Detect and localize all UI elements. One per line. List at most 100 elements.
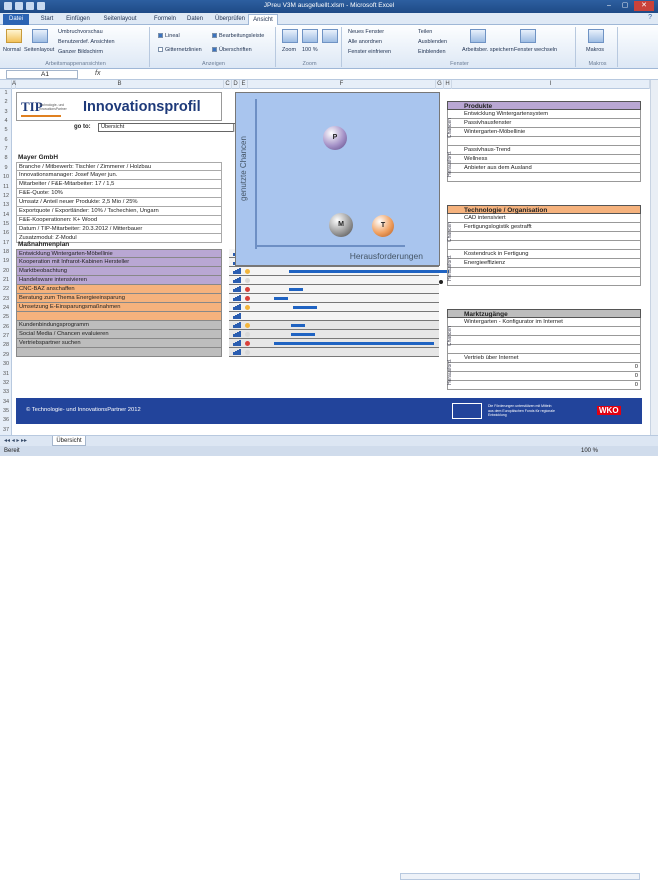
row-header[interactable]: 7: [0, 145, 12, 154]
row-header[interactable]: 21: [0, 276, 12, 285]
measure-row[interactable]: Social Media / Chancen evaluieren: [16, 330, 222, 339]
row-header[interactable]: 13: [0, 201, 12, 210]
row-header[interactable]: 19: [0, 257, 12, 266]
row-header[interactable]: 32: [0, 379, 12, 388]
name-box[interactable]: A1: [6, 70, 78, 79]
macros-icon[interactable]: [588, 29, 604, 43]
products-heraus-row[interactable]: Anbieter aus dem Ausland: [447, 164, 641, 173]
technology-heraus-row[interactable]: Energieeffizienz: [447, 259, 641, 268]
measure-row[interactable]: Entwicklung Wintergarten-Möbellinie: [16, 249, 222, 258]
products-chancen-row[interactable]: Passivhausfenster: [447, 119, 641, 128]
gridlines-checkbox[interactable]: Gitternetzlinien: [158, 47, 202, 53]
formula-bar-checkbox[interactable]: Bearbeitungsleiste: [212, 33, 264, 39]
page-break-button[interactable]: Umbruchvorschau: [58, 29, 103, 35]
formula-input[interactable]: [110, 70, 650, 79]
row-header[interactable]: 34: [0, 398, 12, 407]
measure-row[interactable]: [16, 312, 222, 321]
column-header[interactable]: C: [224, 80, 232, 89]
row-header[interactable]: 11: [0, 183, 12, 192]
tab-start[interactable]: Start: [36, 14, 58, 25]
row-header[interactable]: 4: [0, 117, 12, 126]
products-chancen-row[interactable]: [447, 137, 641, 146]
technology-chancen-row[interactable]: [447, 241, 641, 250]
technology-chancen-row[interactable]: CAD intensiviert: [447, 214, 641, 223]
column-header[interactable]: D: [232, 80, 240, 89]
technology-heraus-row[interactable]: [447, 268, 641, 277]
measure-row[interactable]: [16, 348, 222, 357]
row-header[interactable]: 35: [0, 407, 12, 416]
market-chancen-row[interactable]: [447, 336, 641, 345]
select-all-corner[interactable]: [0, 80, 12, 89]
measure-row[interactable]: CNC-BAZ anschaffen: [16, 285, 222, 294]
row-header[interactable]: 15: [0, 220, 12, 229]
zoom-selection-icon[interactable]: [322, 29, 338, 43]
row-header[interactable]: 16: [0, 229, 12, 238]
row-header[interactable]: 26: [0, 323, 12, 332]
row-header[interactable]: 18: [0, 248, 12, 257]
measure-row[interactable]: Handelsware intensivieren: [16, 276, 222, 285]
column-header[interactable]: F: [248, 80, 436, 89]
row-header[interactable]: 14: [0, 211, 12, 220]
page-layout-button[interactable]: Seitenlayout: [24, 47, 54, 53]
close-button[interactable]: ✕: [634, 1, 654, 11]
horizontal-scrollbar[interactable]: [400, 873, 640, 880]
column-header[interactable]: E: [240, 80, 248, 89]
tab-seitenlayout[interactable]: Seitenlayout: [98, 14, 142, 25]
sheet-nav-arrows[interactable]: ◂◂ ◂ ▸ ▸▸: [4, 437, 27, 444]
row-header[interactable]: 24: [0, 304, 12, 313]
arrange-all-button[interactable]: Alle anordnen: [348, 39, 382, 45]
row-header[interactable]: 29: [0, 351, 12, 360]
measure-row[interactable]: Umsetzung E-Einsparungsmaßnahmen: [16, 303, 222, 312]
ruler-checkbox[interactable]: Lineal: [158, 33, 180, 39]
new-window-button[interactable]: Neues Fenster: [348, 29, 384, 35]
fx-icon[interactable]: fx: [95, 70, 100, 77]
row-header[interactable]: 27: [0, 332, 12, 341]
measure-row[interactable]: Marktbeobachtung: [16, 267, 222, 276]
row-header[interactable]: 33: [0, 388, 12, 397]
market-heraus-row[interactable]: 0: [447, 363, 641, 372]
row-header[interactable]: 28: [0, 341, 12, 350]
tab-einfuegen[interactable]: Einfügen: [62, 14, 94, 25]
help-icon[interactable]: ?: [648, 14, 652, 21]
row-header[interactable]: 37: [0, 426, 12, 435]
minimize-button[interactable]: –: [602, 1, 616, 11]
unhide-button[interactable]: Einblenden: [418, 49, 446, 55]
measure-row[interactable]: Vertriebspartner suchen: [16, 339, 222, 348]
macros-button[interactable]: Makros: [586, 47, 604, 53]
row-header[interactable]: 36: [0, 416, 12, 425]
zoom-level[interactable]: 100 %: [581, 446, 598, 456]
row-header[interactable]: 20: [0, 267, 12, 276]
market-heraus-row[interactable]: 0: [447, 372, 641, 381]
normal-view-button[interactable]: Normal: [3, 47, 21, 53]
products-heraus-row[interactable]: Wellness: [447, 155, 641, 164]
products-chancen-row[interactable]: Wintergarten-Möbellinie: [447, 128, 641, 137]
headings-checkbox[interactable]: Überschriften: [212, 47, 252, 53]
row-header[interactable]: 3: [0, 108, 12, 117]
zoom-icon[interactable]: [282, 29, 298, 43]
zoom-100-icon[interactable]: [302, 29, 318, 43]
tab-ueberpruefen[interactable]: Überprüfen: [212, 14, 248, 25]
technology-chancen-row[interactable]: [447, 232, 641, 241]
switch-windows-button[interactable]: Fenster wechseln: [514, 47, 557, 53]
column-header[interactable]: G: [436, 80, 444, 89]
zoom-100-button[interactable]: 100 %: [302, 47, 318, 53]
row-header[interactable]: 22: [0, 285, 12, 294]
zoom-button[interactable]: Zoom: [282, 47, 296, 53]
switch-windows-icon[interactable]: [520, 29, 536, 43]
freeze-panes-button[interactable]: Fenster einfrieren: [348, 49, 391, 55]
split-button[interactable]: Teilen: [418, 29, 432, 35]
market-chancen-row[interactable]: [447, 345, 641, 354]
tab-datei[interactable]: Datei: [3, 14, 29, 25]
page-layout-icon[interactable]: [32, 29, 48, 43]
row-header[interactable]: 23: [0, 295, 12, 304]
column-header[interactable]: H: [444, 80, 452, 89]
column-header[interactable]: I: [452, 80, 650, 89]
row-header[interactable]: 9: [0, 164, 12, 173]
row-header[interactable]: 5: [0, 126, 12, 135]
row-header[interactable]: 2: [0, 98, 12, 107]
products-heraus-row[interactable]: [447, 173, 641, 182]
row-header[interactable]: 10: [0, 173, 12, 182]
tab-formeln[interactable]: Formeln: [150, 14, 180, 25]
sheet-tab-uebersicht[interactable]: Übersicht: [52, 436, 86, 446]
fullscreen-button[interactable]: Ganzer Bildschirm: [58, 49, 103, 55]
